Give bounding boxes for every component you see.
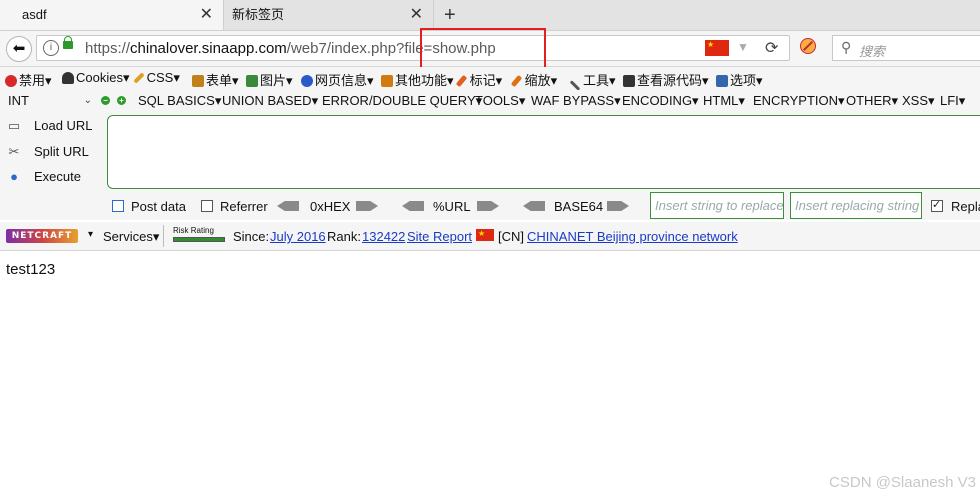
search-placeholder: 搜索 <box>859 44 886 59</box>
minus-icon[interactable]: − <box>101 96 110 105</box>
tab-title: 新标签页 <box>232 7 285 22</box>
chevron-down-icon: ⌄ <box>83 95 92 106</box>
misc-icon <box>381 75 393 87</box>
image-icon <box>246 75 258 87</box>
noscript-icon[interactable] <box>800 38 816 54</box>
url-label: %URL <box>433 199 471 214</box>
page-content-text: test123 <box>6 261 56 278</box>
base64-decode-arrow-icon[interactable] <box>523 201 545 211</box>
search-icon: ⚲ <box>841 39 852 55</box>
user-icon <box>62 72 74 84</box>
menu-encoding[interactable]: ENCODING▾ <box>622 93 699 109</box>
web-developer-toolbar: 禁用▾ Cookies▾ CSS▾ 表单▾ 图片▾ 网页信息▾ 其他功能▾ 标记… <box>0 67 980 91</box>
menu-css[interactable]: CSS▾ <box>133 70 180 86</box>
url-decode-arrow-icon[interactable] <box>402 201 424 211</box>
menu-sql-basics[interactable]: SQL BASICS▾ <box>138 93 221 109</box>
country-code: [CN] <box>498 229 524 244</box>
menu-resize[interactable]: 缩放▾ <box>510 70 557 89</box>
hex-encode-arrow-icon[interactable] <box>356 201 378 211</box>
tab-asdf[interactable]: asdf ✕ <box>0 0 224 30</box>
menu-forms[interactable]: 表单▾ <box>192 70 239 89</box>
base64-label: BASE64 <box>554 199 604 214</box>
watermark: CSDN @Slaanesh V3 <box>829 474 976 491</box>
china-flag-icon <box>476 229 494 241</box>
search-input[interactable]: ⚲ 搜索 <box>832 35 980 61</box>
risk-rating-bar <box>173 237 225 242</box>
pencil-icon <box>133 72 145 84</box>
post-data-checkbox[interactable] <box>112 200 124 212</box>
disable-icon <box>5 75 17 87</box>
close-tab-icon[interactable]: ✕ <box>410 0 423 30</box>
tab-bar: asdf ✕ 新标签页 ✕ + <box>0 0 980 31</box>
menu-tools[interactable]: TOOLS▾ <box>475 93 525 109</box>
rank-label: Rank: <box>327 229 361 244</box>
lock-icon <box>63 36 73 49</box>
tab-title: asdf <box>22 7 47 22</box>
chevron-down-icon[interactable]: ▼ <box>737 40 749 54</box>
source-icon <box>623 75 635 87</box>
replacing-string-input[interactable]: Insert replacing string <box>790 192 922 219</box>
menu-lfi[interactable]: LFI▾ <box>940 93 965 109</box>
since-link[interactable]: July 2016 <box>270 229 326 244</box>
resize-icon <box>510 74 523 88</box>
load-url-button[interactable]: ▭ Load URL <box>6 118 93 134</box>
back-arrow-icon[interactable]: ⬅ <box>6 36 32 62</box>
referrer-checkbox[interactable] <box>201 200 213 212</box>
close-tab-icon[interactable]: ✕ <box>200 0 213 30</box>
menu-union-based[interactable]: UNION BASED▾ <box>222 93 318 109</box>
url-encode-arrow-icon[interactable] <box>477 201 499 211</box>
menu-other[interactable]: OTHER▾ <box>846 93 898 109</box>
highlighter-icon <box>455 74 468 88</box>
hackbar-toolbar: INT ⌄ − + SQL BASICS▾ UNION BASED▾ ERROR… <box>0 90 980 112</box>
execute-button[interactable]: ● Execute <box>6 169 81 184</box>
split-url-button[interactable]: ✂ Split URL <box>6 144 89 160</box>
options-icon <box>716 75 728 87</box>
menu-images[interactable]: 图片▾ <box>246 70 293 89</box>
hex-decode-arrow-icon[interactable] <box>277 201 299 211</box>
base64-encode-arrow-icon[interactable] <box>607 201 629 211</box>
menu-waf-bypass[interactable]: WAF BYPASS▾ <box>531 93 621 109</box>
network-link[interactable]: CHINANET Beijing province network <box>527 229 738 244</box>
menu-error-double-query[interactable]: ERROR/DOUBLE QUERY▾ <box>322 93 482 109</box>
rank-link[interactable]: 132422 <box>362 229 405 244</box>
menu-html[interactable]: HTML▾ <box>703 93 745 109</box>
url-bar[interactable]: i https://chinalover.sinaapp.com/web7/in… <box>36 35 790 61</box>
menu-page-info[interactable]: 网页信息▾ <box>301 70 374 89</box>
menu-tools[interactable]: 工具▾ <box>569 70 616 91</box>
menu-xss[interactable]: XSS▾ <box>902 93 935 109</box>
menu-options[interactable]: 选项▾ <box>716 70 763 89</box>
plus-icon[interactable]: + <box>117 96 126 105</box>
type-select[interactable]: INT ⌄ <box>4 92 96 110</box>
menu-outline[interactable]: 标记▾ <box>455 70 502 89</box>
referrer-label: Referrer <box>220 199 268 214</box>
load-url-icon: ▭ <box>7 118 21 133</box>
site-info-icon[interactable]: i <box>43 40 59 56</box>
menu-misc[interactable]: 其他功能▾ <box>381 70 454 89</box>
risk-rating[interactable]: Risk Rating <box>173 226 225 244</box>
reload-icon[interactable]: ⟳ <box>765 38 778 58</box>
form-icon <box>192 75 204 87</box>
chevron-down-icon[interactable]: ▾ <box>88 229 93 240</box>
divider <box>163 225 164 247</box>
hex-label: 0xHEX <box>310 199 351 214</box>
menu-disable[interactable]: 禁用▾ <box>5 70 52 89</box>
hackbar-url-textarea[interactable] <box>107 115 980 189</box>
tab-new-tab[interactable]: 新标签页 ✕ <box>224 0 434 30</box>
menu-cookies[interactable]: Cookies▾ <box>62 70 130 86</box>
site-report-link[interactable]: Site Report <box>407 229 472 244</box>
services-menu[interactable]: Services▾ <box>103 229 159 245</box>
execute-icon: ● <box>10 169 18 184</box>
menu-view-source[interactable]: 查看源代码▾ <box>623 70 709 89</box>
scissors-icon: ✂ <box>8 144 20 159</box>
netcraft-logo[interactable]: NETCRAFT <box>6 229 78 243</box>
china-flag-icon <box>705 40 729 56</box>
info-icon <box>301 75 313 87</box>
replace-all-checkbox[interactable] <box>931 198 943 212</box>
menu-encryption[interactable]: ENCRYPTION▾ <box>753 93 845 109</box>
post-data-label: Post data <box>131 199 186 214</box>
replace-all-label: Replace All <box>951 199 980 214</box>
since-label: Since: <box>233 229 270 244</box>
new-tab-plus-icon[interactable]: + <box>444 0 460 30</box>
insert-string-input[interactable]: Insert string to replace <box>650 192 784 219</box>
